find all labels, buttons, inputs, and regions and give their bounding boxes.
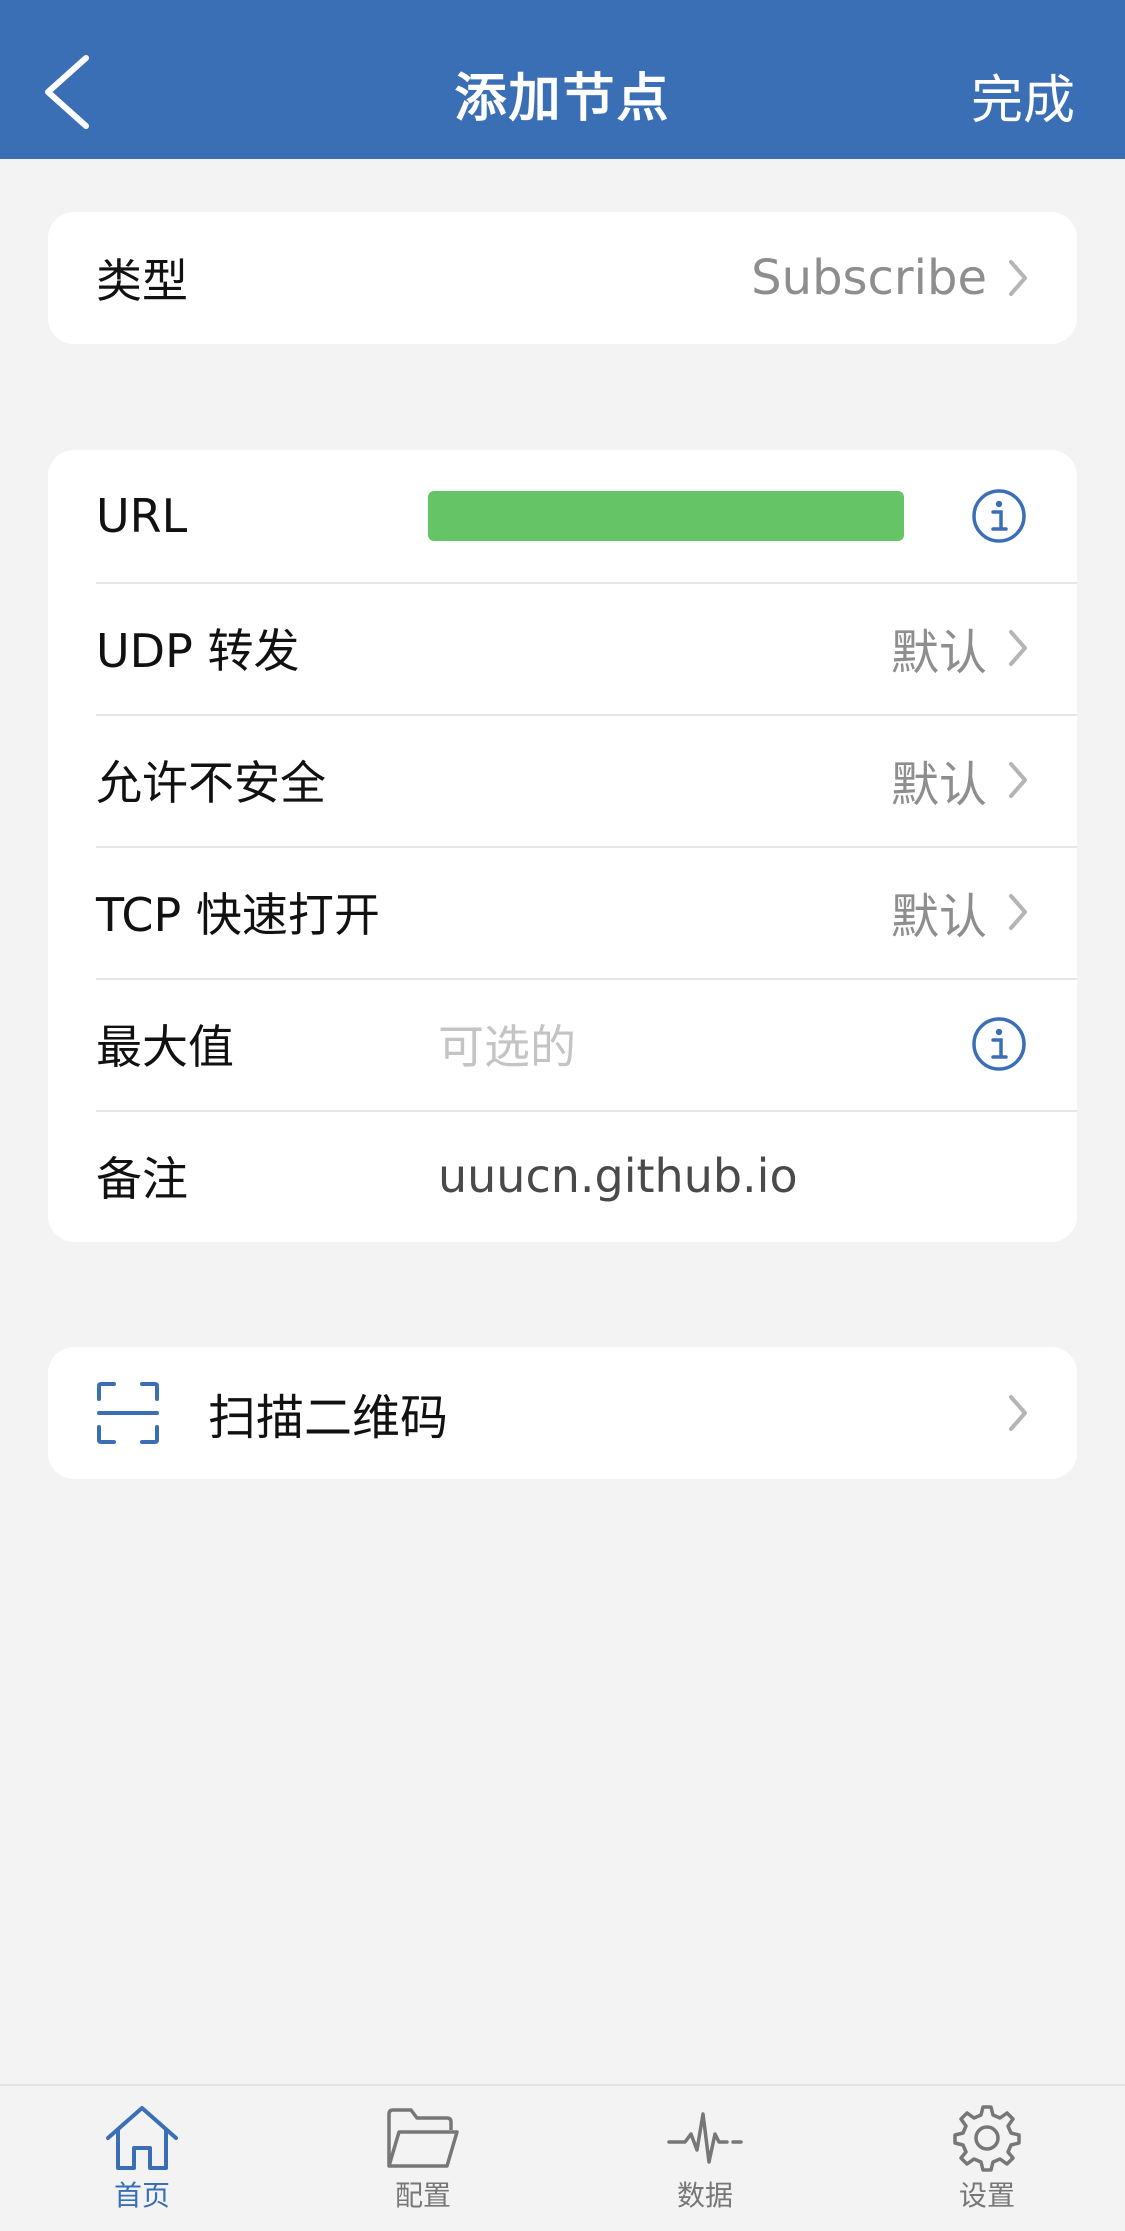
type-row[interactable]: 类型 Subscribe [48,212,1077,344]
scan-qr-label: 扫描二维码 [208,1390,449,1446]
allow-insecure-row[interactable]: 允许不安全 默认 [48,714,1077,846]
url-field-redacted[interactable] [428,491,904,541]
tcp-label: TCP 快速打开 [96,888,380,942]
note-input[interactable]: uuucn.github.io [438,1149,798,1203]
type-card: 类型 Subscribe [48,212,1077,344]
note-row: 备注 uuucn.github.io [48,1110,1077,1242]
tab-label: 数据 [676,2179,733,2212]
scan-qr-row[interactable]: 扫描二维码 [48,1347,1077,1479]
tab-label: 设置 [958,2179,1015,2212]
udp-label: UDP 转发 [96,624,300,678]
scan-qr-icon [97,1382,159,1444]
info-icon[interactable] [971,1016,1027,1072]
url-label: URL [96,489,188,543]
nav-bar: 添加节点 完成 [0,0,1125,159]
page-title: 添加节点 [454,69,671,129]
done-button[interactable]: 完成 [971,58,1075,133]
max-value-input[interactable]: 可选的 [438,1011,576,1077]
node-form-card: URL UDP 转发 默认 允许不安全 默认 TCP 快速打开 默认 最大值 可… [48,450,1077,1242]
chevron-right-icon [1009,260,1027,296]
tab-bar: 首页 配置 数据 设置 [0,2084,1125,2231]
gear-icon [953,2105,1021,2172]
insecure-label: 允许不安全 [96,756,326,810]
scan-card: 扫描二维码 [48,1347,1077,1479]
max-value-row: 最大值 可选的 [48,978,1077,1110]
folder-icon [387,2108,459,2168]
type-value: Subscribe [751,250,987,306]
tab-label: 首页 [113,2179,170,2212]
tab-settings[interactable]: 设置 [907,2104,1067,2214]
udp-forward-row[interactable]: UDP 转发 默认 [48,582,1077,714]
chevron-right-icon [1009,1395,1027,1431]
tcp-fast-open-row[interactable]: TCP 快速打开 默认 [48,846,1077,978]
chevron-right-icon [1009,762,1027,798]
chevron-right-icon [1009,894,1027,930]
home-icon [106,2106,178,2170]
tab-config[interactable]: 配置 [343,2104,503,2214]
url-row: URL [48,450,1077,582]
chevron-right-icon [1009,630,1027,666]
tab-home[interactable]: 首页 [62,2104,222,2214]
tab-label: 配置 [394,2179,451,2212]
info-icon[interactable] [971,488,1027,544]
max-label: 最大值 [96,1020,234,1074]
type-label: 类型 [96,254,188,308]
activity-icon [667,2112,743,2164]
tab-data[interactable]: 数据 [625,2104,785,2214]
udp-value: 默认 [890,625,987,681]
tcp-value: 默认 [890,889,987,945]
insecure-value: 默认 [890,757,987,813]
note-label: 备注 [96,1152,188,1206]
